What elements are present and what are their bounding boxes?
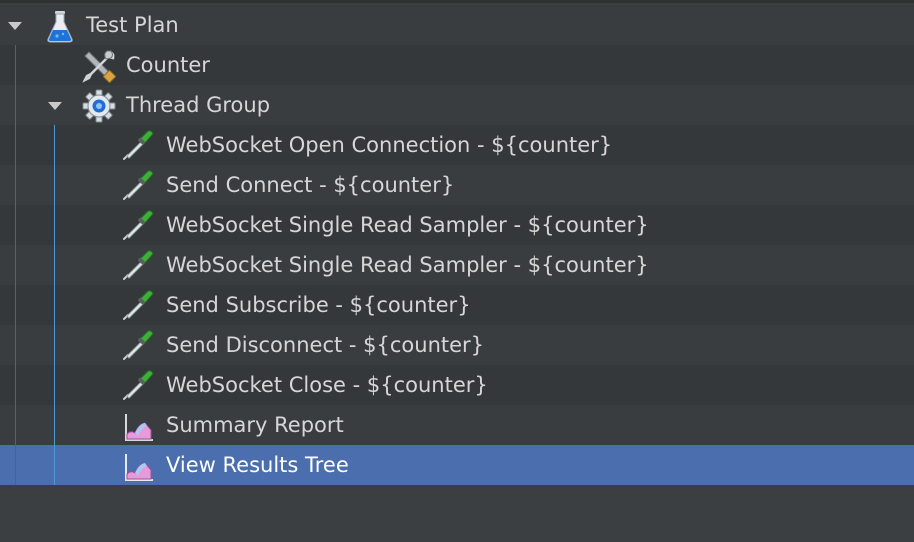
tree-node-label: Send Disconnect - ${counter} xyxy=(166,333,485,357)
pipette-icon xyxy=(120,327,156,363)
tree-guide-line xyxy=(15,45,16,485)
tree-node-websocket-open-connection[interactable]: WebSocket Open Connection - ${counter} xyxy=(0,125,914,165)
expand-toggle-icon[interactable] xyxy=(48,102,62,110)
tree-empty-area xyxy=(0,485,914,542)
tree-node-websocket-close[interactable]: WebSocket Close - ${counter} xyxy=(0,365,914,405)
tree-node-send-subscribe[interactable]: Send Subscribe - ${counter} xyxy=(0,285,914,325)
pipette-icon xyxy=(120,127,156,163)
test-plan-tree[interactable]: Test Plan Counter Thread Group WebSocket… xyxy=(0,0,914,542)
tree-node-counter[interactable]: Counter xyxy=(0,45,914,85)
tree-node-label: Summary Report xyxy=(166,413,344,437)
report-chart-icon xyxy=(121,408,157,444)
pipette-icon xyxy=(120,207,156,243)
tree-node-label: WebSocket Single Read Sampler - ${counte… xyxy=(166,253,649,277)
tree-node-websocket-single-read-sampler[interactable]: WebSocket Single Read Sampler - ${counte… xyxy=(0,205,914,245)
flask-icon xyxy=(42,8,78,44)
tree-node-label: WebSocket Single Read Sampler - ${counte… xyxy=(166,213,649,237)
tree-node-label: Test Plan xyxy=(86,13,179,37)
tree-node-label: WebSocket Open Connection - ${counter} xyxy=(166,133,613,157)
tree-top-border xyxy=(0,0,914,3)
pipette-icon xyxy=(120,247,156,283)
tree-node-label: WebSocket Close - ${counter} xyxy=(166,373,488,397)
pipette-icon xyxy=(120,167,156,203)
tree-node-label: Thread Group xyxy=(126,93,271,117)
tree-node-label: Send Subscribe - ${counter} xyxy=(166,293,471,317)
report-chart-icon xyxy=(121,448,157,484)
expand-toggle-icon[interactable] xyxy=(8,22,22,30)
gear-icon xyxy=(81,88,117,124)
tree-node-summary-report[interactable]: Summary Report xyxy=(0,405,914,445)
tree-node-send-disconnect[interactable]: Send Disconnect - ${counter} xyxy=(0,325,914,365)
pipette-icon xyxy=(120,287,156,323)
tree-node-label: View Results Tree xyxy=(166,453,349,477)
tree-node-label: Send Connect - ${counter} xyxy=(166,173,455,197)
tree-node-send-connect[interactable]: Send Connect - ${counter} xyxy=(0,165,914,205)
tree-guide-line-active xyxy=(54,125,55,485)
tree-node-label: Counter xyxy=(126,53,210,77)
tree-node-thread-group[interactable]: Thread Group xyxy=(0,85,914,125)
tree-node-test-plan[interactable]: Test Plan xyxy=(0,5,914,45)
tree-node-websocket-single-read-sampler[interactable]: WebSocket Single Read Sampler - ${counte… xyxy=(0,245,914,285)
tools-icon xyxy=(81,48,117,84)
tree-node-view-results-tree[interactable]: View Results Tree xyxy=(0,445,914,485)
pipette-icon xyxy=(120,367,156,403)
